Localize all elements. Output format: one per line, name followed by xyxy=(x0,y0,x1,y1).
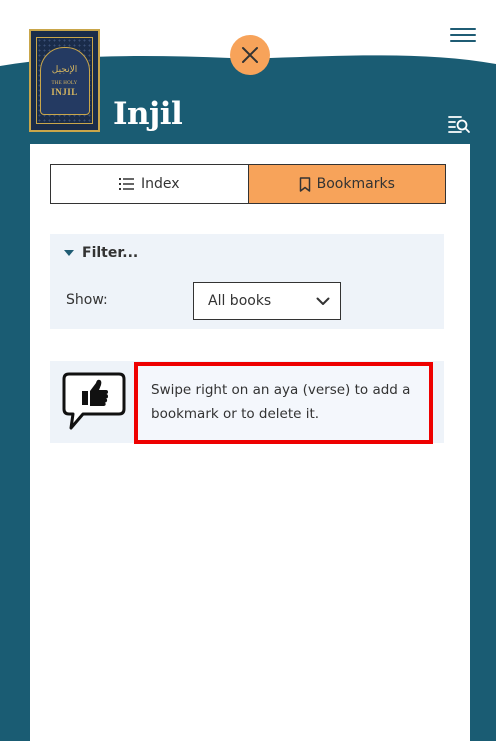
bookmarks-panel: Index Bookmarks Filter... Show: All book… xyxy=(30,144,470,741)
filter-toggle-label: Filter... xyxy=(82,245,139,261)
list-search-icon xyxy=(448,116,470,133)
book-filter-value: All books xyxy=(208,293,272,309)
tab-bookmarks[interactable]: Bookmarks xyxy=(248,165,445,203)
hint-highlight: Swipe right on an aya (verse) to add a b… xyxy=(134,362,433,444)
hamburger-menu-icon xyxy=(450,28,476,30)
tab-index[interactable]: Index xyxy=(51,165,249,203)
caret-down-icon xyxy=(64,250,74,256)
app-title: Injil xyxy=(113,96,183,132)
menu-button[interactable] xyxy=(450,24,476,46)
tab-bar: Index Bookmarks xyxy=(50,164,446,204)
cover-calligraphy: الإنجيل xyxy=(51,64,78,75)
bookmark-hint: Swipe right on an aya (verse) to add a b… xyxy=(50,361,444,444)
search-list-button[interactable] xyxy=(447,112,471,136)
book-cover[interactable]: الإنجيل THE HOLY INJIL xyxy=(29,29,100,132)
bookmark-icon xyxy=(299,176,310,192)
list-icon xyxy=(118,178,134,190)
tab-bookmarks-label: Bookmarks xyxy=(316,176,395,192)
show-label: Show: xyxy=(66,292,108,308)
close-icon xyxy=(242,47,258,63)
chevron-down-icon xyxy=(316,297,330,305)
cover-subtitle: THE HOLY xyxy=(51,80,78,86)
tab-index-label: Index xyxy=(140,176,180,192)
filter-section: Filter... Show: All books xyxy=(50,234,444,329)
hint-text: Swipe right on an aya (verse) to add a b… xyxy=(151,382,411,422)
cover-title: INJIL xyxy=(51,86,78,97)
thumbs-up-speech-bubble-icon xyxy=(62,372,126,430)
filter-toggle[interactable]: Filter... xyxy=(64,245,138,261)
book-filter-select[interactable]: All books xyxy=(193,282,341,320)
close-button[interactable] xyxy=(230,35,270,75)
